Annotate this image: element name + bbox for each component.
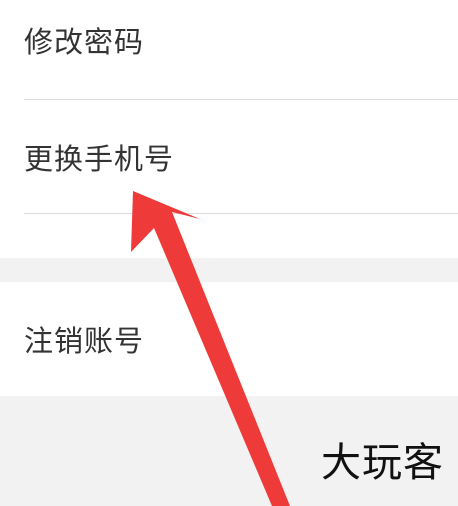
change-password-label: 修改密码 — [24, 25, 145, 59]
change-phone-label: 更换手机号 — [24, 142, 175, 176]
divider — [24, 99, 458, 100]
delete-account-label: 注销账号 — [24, 324, 145, 358]
divider — [24, 213, 458, 214]
account-settings-group: 修改密码 更换手机号 — [0, 0, 458, 258]
change-password-item[interactable]: 修改密码 — [24, 28, 144, 57]
delete-account-item[interactable]: 注销账号 — [24, 327, 144, 356]
change-phone-item[interactable]: 更换手机号 — [24, 145, 174, 174]
settings-page: 修改密码 更换手机号 注销账号 大玩客 — [0, 0, 458, 506]
account-deletion-group: 注销账号 — [0, 282, 458, 396]
watermark-logo: 大玩客 — [321, 440, 444, 486]
